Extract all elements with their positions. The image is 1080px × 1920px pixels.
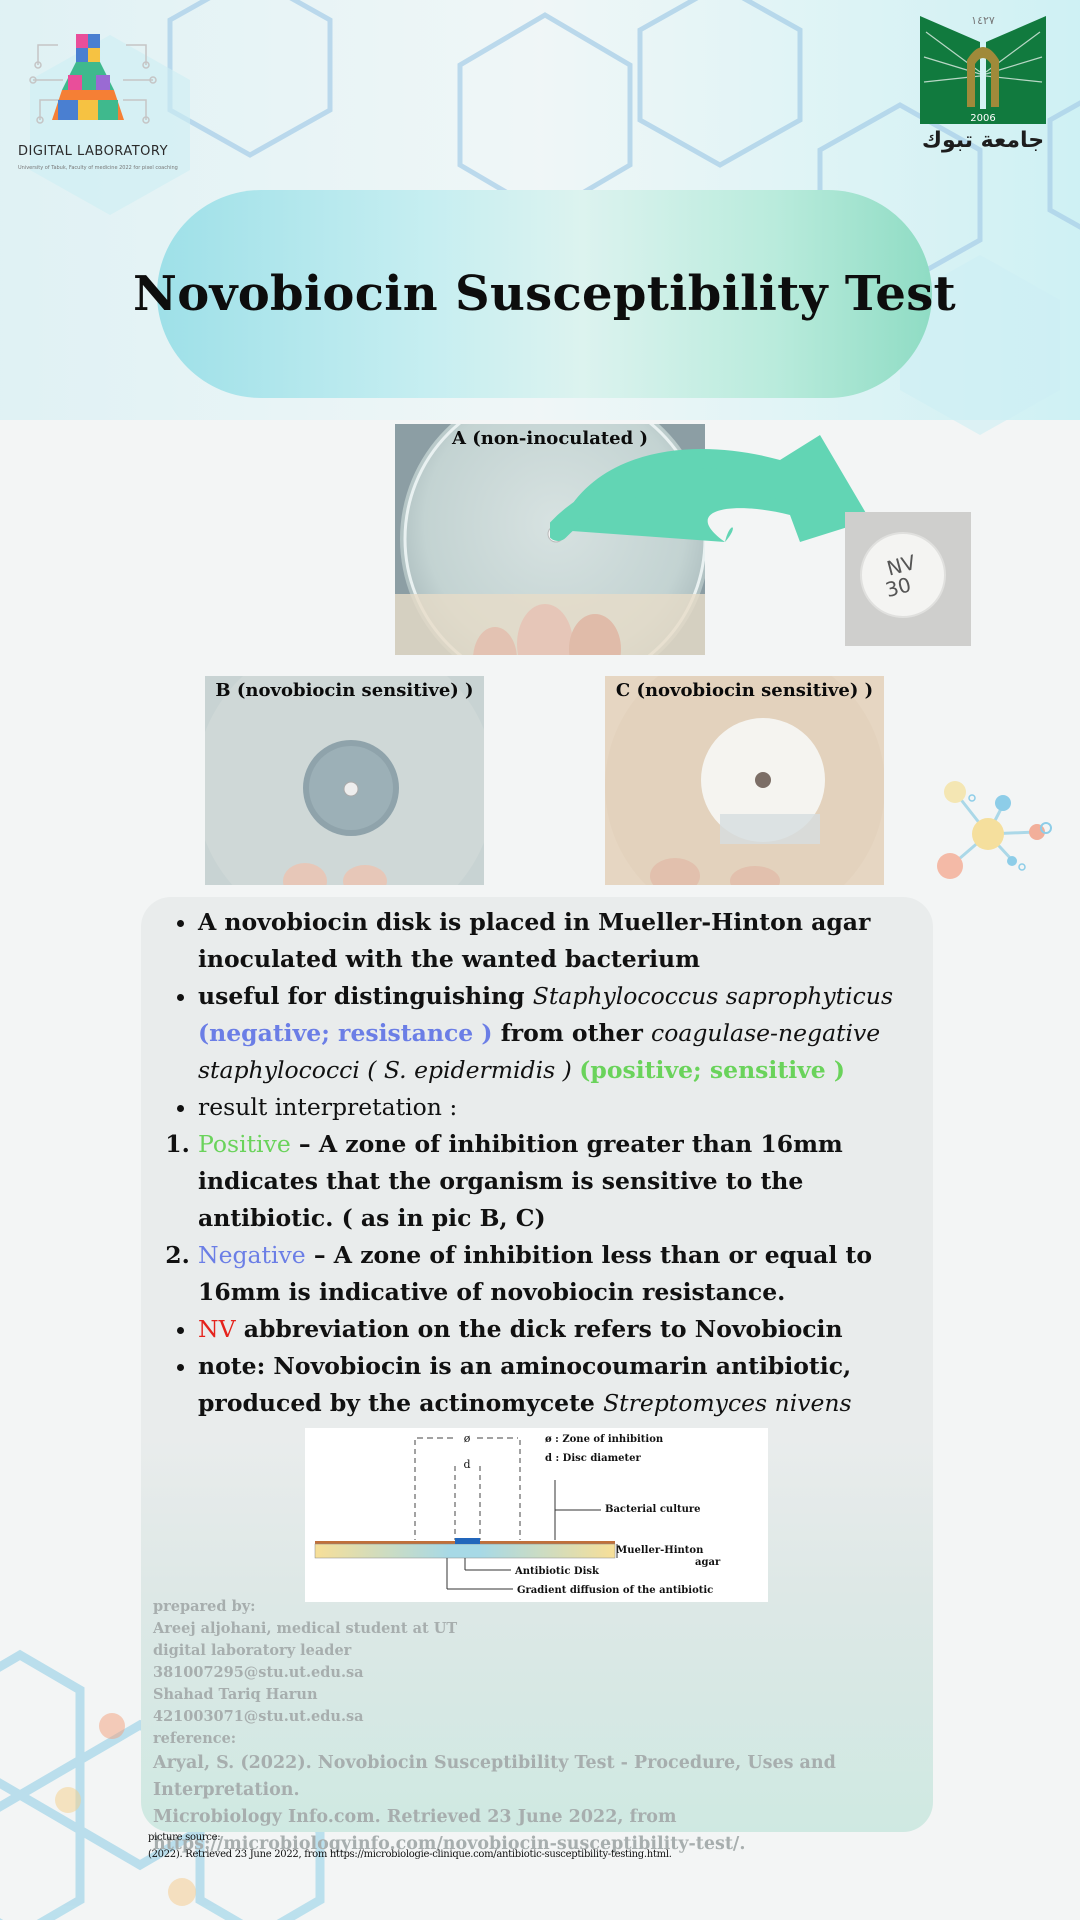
bullet2-positive: (positive; sensitive )	[579, 1056, 846, 1084]
diagram-antibiotic-disk: Antibiotic Disk	[514, 1566, 600, 1577]
credits-prepared-by: prepared by:	[153, 1598, 256, 1615]
title-banner: Novobiocin Susceptibility Test	[133, 190, 956, 398]
university-year-arabic: ١٤٢٧	[971, 14, 995, 27]
credits-author1-email: 381007295@stu.ut.edu.sa	[153, 1664, 364, 1681]
note-organism: Streptomyces nivens	[603, 1389, 852, 1417]
lab-logo-subtext: University of Tabuk, Faculty of medicine…	[18, 165, 178, 171]
credits-author1-role: digital laboratory leader	[153, 1642, 352, 1659]
diagram-legend-zone: ø : Zone of inhibition	[545, 1434, 664, 1445]
credits-author2-email: 421003071@stu.ut.edu.sa	[153, 1708, 364, 1725]
credits-reference-label: reference:	[153, 1730, 237, 1747]
bullet2-organism: Staphylococcus saprophyticus	[532, 982, 893, 1010]
molecule-decoration	[937, 781, 1052, 879]
interpretation-negative: Negative – A zone of inhibition less tha…	[198, 1237, 922, 1311]
university-logo: ١٤٢٧ 2006 جامعة تبوك	[918, 12, 1048, 162]
diagram-legend-disc: d : Disc diameter	[545, 1453, 642, 1464]
credits-section: prepared by: Areej aljohani, medical stu…	[153, 1596, 933, 1858]
novobiocin-disk-image: NV 30	[845, 512, 971, 646]
bullet2-negative: (negative; resistance )	[198, 1019, 493, 1047]
picture-source-text: (2022). Retrieved 23 June 2022, from htt…	[148, 1849, 672, 1860]
interpretation-positive: Positive – A zone of inhibition greater …	[198, 1126, 922, 1237]
petri-dish-b-image: B (novobiocin sensitive) )	[205, 676, 484, 885]
flask-circuit-icon	[29, 34, 157, 124]
nv-label: NV	[198, 1315, 236, 1343]
positive-label: Positive	[198, 1130, 291, 1158]
diagram-d: d	[463, 1458, 470, 1471]
university-year: 2006	[970, 113, 995, 124]
image-c-caption: C (novobiocin sensitive) )	[615, 680, 874, 701]
diagram-gradient: Gradient diffusion of the antibiotic	[517, 1585, 713, 1596]
picture-source-label: picture source:	[148, 1832, 221, 1843]
bullet2-text-d: from other	[492, 1019, 652, 1047]
diagram-bacterial-culture: Bacterial culture	[605, 1504, 701, 1515]
bullet2-text-a: useful for distinguishing	[198, 982, 533, 1010]
bullet-note: note: Novobiocin is an aminocoumarin ant…	[198, 1348, 922, 1422]
nv-text: abbreviation on the dick refers to Novob…	[235, 1315, 843, 1343]
bullet-list-top: A novobiocin disk is placed in Mueller-H…	[162, 904, 922, 1126]
image-b-caption: B (novobiocin sensitive) )	[215, 680, 474, 701]
negative-label: Negative	[198, 1241, 306, 1269]
bullet-usefulness: useful for distinguishing Staphylococcus…	[198, 978, 922, 1089]
bullet-list-bottom: NV abbreviation on the dick refers to No…	[162, 1311, 922, 1422]
diagram-phi: ø	[464, 1432, 471, 1445]
bullet-nv-abbreviation: NV abbreviation on the dick refers to No…	[198, 1311, 922, 1348]
university-name: جامعة تبوك	[921, 128, 1045, 153]
lab-logo-text: DIGITAL LABORATORY	[18, 144, 169, 159]
interpretation-list: Positive – A zone of inhibition greater …	[162, 1126, 922, 1311]
picture-source: picture source: (2022). Retrieved 23 Jun…	[148, 1829, 948, 1863]
reference-line1: Aryal, S. (2022). Novobiocin Susceptibil…	[153, 1753, 836, 1800]
petri-dish-c-image: C (novobiocin sensitive) )	[605, 676, 884, 885]
diagram-agar-line2: agar	[695, 1557, 721, 1568]
reference-line2: Microbiology Info.com. Retrieved 23 June…	[153, 1807, 677, 1827]
arrow-icon	[550, 435, 870, 542]
bullet-disk-placement: A novobiocin disk is placed in Mueller-H…	[198, 904, 922, 978]
credits-author2: Shahad Tariq Harun	[153, 1686, 318, 1703]
zone-of-inhibition-diagram: ø d ø : Zone of inhibition d : Disc diam…	[305, 1428, 768, 1602]
bullet-result-interpretation: result interpretation :	[198, 1089, 922, 1126]
credits-author1: Areej aljohani, medical student at UT	[153, 1620, 458, 1637]
digital-laboratory-logo: DIGITAL LABORATORY University of Tabuk, …	[18, 20, 178, 180]
page-title: Novobiocin Susceptibility Test	[133, 266, 956, 322]
positive-text: – A zone of inhibition greater than 16mm…	[198, 1130, 843, 1232]
content-text: A novobiocin disk is placed in Mueller-H…	[162, 904, 922, 1422]
university-emblem-icon: ١٤٢٧ 2006	[920, 14, 1046, 124]
